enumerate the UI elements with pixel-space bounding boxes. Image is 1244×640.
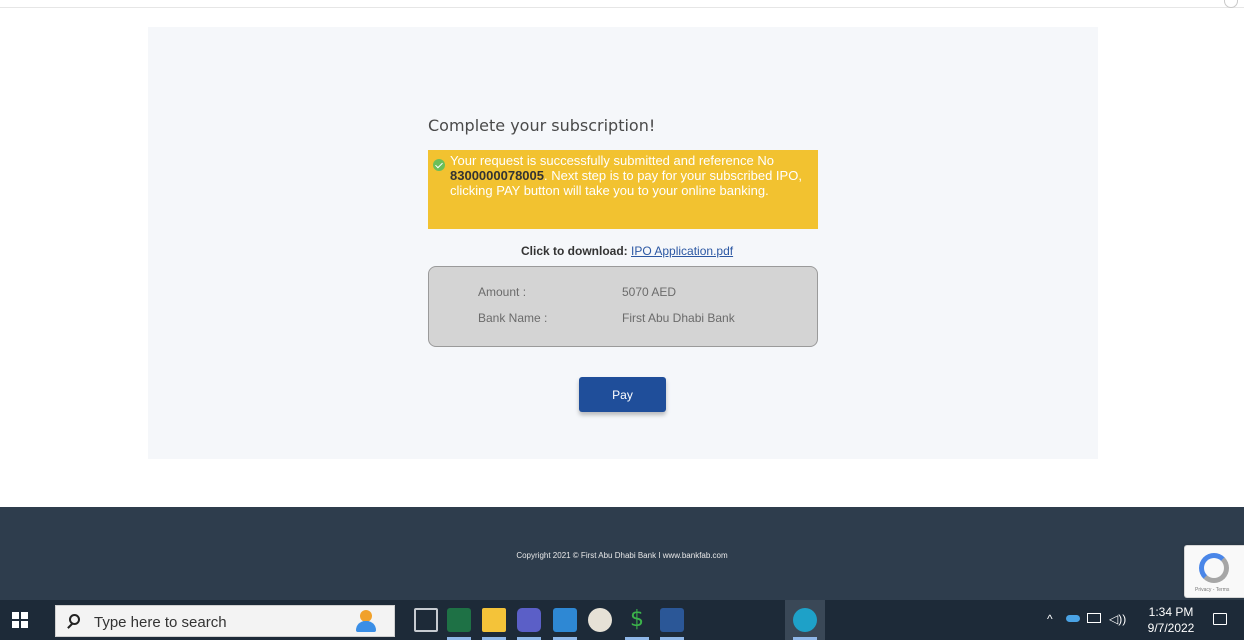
alert-text-before: Your request is successfully submitted a… (450, 153, 774, 168)
browser-top-strip (0, 0, 1244, 8)
payment-details-box: Amount : 5070 AED Bank Name : First Abu … (428, 266, 818, 347)
onedrive-icon[interactable] (1066, 615, 1080, 622)
download-row: Click to download: IPO Application.pdf (521, 244, 733, 258)
download-label: Click to download: (521, 244, 628, 258)
windows-taskbar: Type here to search $ ^ ◁)) 1:34 PM 9/7/… (0, 600, 1244, 640)
taskbar-search-box[interactable]: Type here to search (55, 605, 395, 637)
check-circle-icon (433, 159, 445, 171)
site-footer: Copyright 2021 © First Abu Dhabi Bank I … (0, 507, 1244, 600)
bank-value: First Abu Dhabi Bank (622, 311, 735, 325)
paint-icon[interactable] (588, 608, 612, 632)
clock-time: 1:34 PM (1148, 605, 1194, 619)
download-pdf-link[interactable]: IPO Application.pdf (631, 244, 733, 258)
s-app-icon[interactable]: $ (625, 608, 649, 632)
profile-icon[interactable] (1224, 0, 1238, 8)
success-alert: Your request is successfully submitted a… (428, 150, 818, 229)
edge-browser-icon[interactable] (793, 608, 817, 632)
recaptcha-terms[interactable]: Privacy - Terms (1195, 587, 1229, 593)
cortana-icon[interactable] (352, 610, 380, 632)
recaptcha-badge[interactable]: Privacy - Terms (1184, 545, 1244, 598)
page-title: Complete your subscription! (428, 116, 656, 135)
bank-label: Bank Name : (478, 311, 548, 325)
outlook-icon[interactable] (553, 608, 577, 632)
notification-icon[interactable] (1213, 613, 1227, 625)
search-placeholder: Type here to search (94, 614, 227, 631)
search-icon (69, 614, 80, 625)
taskbar-clock[interactable]: 1:34 PM 9/7/2022 (1140, 604, 1202, 636)
volume-icon[interactable]: ◁)) (1109, 612, 1126, 640)
excel-icon[interactable] (447, 608, 471, 632)
file-explorer-icon[interactable] (482, 608, 506, 632)
task-view-icon[interactable] (414, 608, 438, 632)
amount-label: Amount : (478, 285, 527, 299)
copyright-text: Copyright 2021 © First Abu Dhabi Bank I … (516, 551, 728, 560)
pay-button[interactable]: Pay (579, 377, 666, 412)
clock-date: 9/7/2022 (1147, 621, 1195, 635)
amount-value: 5070 AED (622, 285, 677, 299)
windows-start-icon[interactable] (12, 612, 28, 628)
teams-icon[interactable] (517, 608, 541, 632)
recaptcha-icon (1199, 553, 1229, 583)
browser-page: Complete your subscription! Your request… (0, 0, 1244, 640)
chevron-up-icon[interactable]: ^ (1047, 612, 1053, 640)
word-icon[interactable] (660, 608, 684, 632)
network-icon[interactable] (1087, 613, 1101, 623)
reference-number: 8300000078005 (450, 168, 544, 183)
